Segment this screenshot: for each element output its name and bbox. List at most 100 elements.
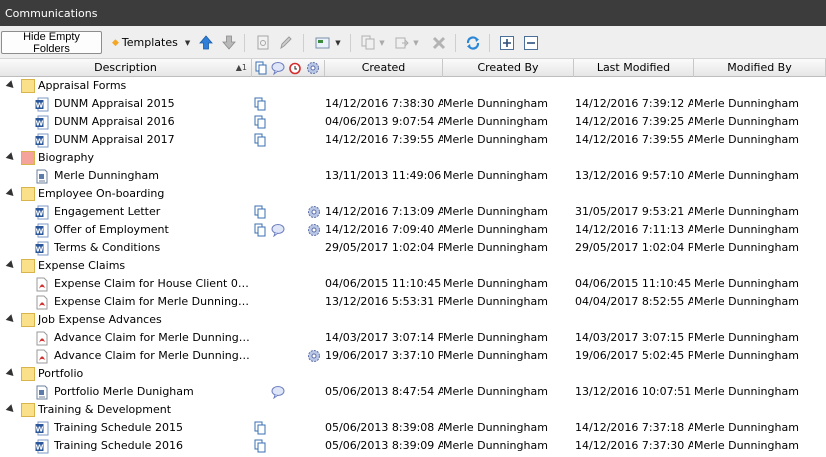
document-row[interactable]: Expense Claim for House Client 04/06/15 0… — [0, 275, 826, 293]
created-cell: 14/12/2016 7:39:55 AM — [325, 133, 443, 146]
created-by-cell: Merle Dunningham — [443, 115, 548, 128]
created-cell: 14/03/2017 3:07:14 PM — [325, 331, 443, 344]
move-up-button[interactable] — [196, 32, 216, 53]
export-dropdown-button[interactable]: ▼ — [392, 32, 422, 53]
last-modified-cell: 29/05/2017 1:02:04 PM — [575, 241, 693, 254]
modified-by-cell: Merle Dunningham — [694, 385, 799, 398]
copy-icon[interactable] — [254, 223, 267, 240]
collapse-arrow-icon[interactable] — [5, 314, 17, 325]
column-icons[interactable] — [253, 60, 325, 76]
document-row[interactable]: W Engagement Letter 14/12/2016 7:13:09 AM M… — [0, 203, 826, 221]
folder-row[interactable]: Job Expense Advances — [0, 311, 826, 329]
created-by-cell: Merle Dunningham — [443, 97, 548, 110]
chevron-down-icon: ▼ — [335, 38, 341, 47]
folder-row[interactable]: Appraisal Forms — [0, 77, 826, 95]
comment-icon[interactable] — [271, 223, 285, 240]
document-row[interactable]: W Offer of Employment 14/12/2016 7:09:40 A… — [0, 221, 826, 239]
preview-button[interactable] — [253, 32, 273, 53]
gear-icon[interactable] — [307, 223, 321, 240]
pdf-document-icon — [35, 349, 49, 364]
collapse-arrow-icon[interactable] — [5, 404, 17, 415]
created-cell: 05/06/2013 8:47:54 AM — [325, 385, 443, 398]
folder-name: Expense Claims — [38, 259, 126, 272]
column-header: Description ▲1 Created Created By Last M… — [0, 59, 826, 77]
created-by-cell: Merle Dunningham — [443, 349, 548, 362]
created-cell: 14/12/2016 7:13:09 AM — [325, 205, 443, 218]
created-by-cell: Merle Dunningham — [443, 439, 548, 452]
collapse-arrow-icon[interactable] — [5, 80, 17, 91]
svg-text:W: W — [36, 102, 44, 110]
word-document-icon: W — [35, 223, 49, 238]
expand-all-button[interactable] — [497, 32, 517, 53]
hide-empty-folders-button[interactable]: Hide Empty Folders — [1, 31, 102, 55]
folder-name: Portfolio — [38, 367, 84, 380]
collapse-arrow-icon[interactable] — [5, 152, 17, 163]
gear-icon — [307, 62, 319, 74]
svg-text:W: W — [36, 426, 44, 434]
folder-icon — [21, 403, 35, 417]
copy-icon[interactable] — [254, 205, 267, 222]
gear-icon[interactable] — [307, 349, 321, 366]
column-created[interactable]: Created — [325, 59, 443, 77]
comment-icon — [271, 62, 285, 75]
gear-icon[interactable] — [307, 205, 321, 222]
document-row[interactable]: Portfolio Merle Dunigham 05/06/2013 8:47:… — [0, 383, 826, 401]
collapse-all-button[interactable] — [521, 32, 541, 53]
copy-icon[interactable] — [254, 97, 267, 114]
modified-by-cell: Merle Dunningham — [694, 277, 799, 290]
svg-text:W: W — [36, 120, 44, 128]
document-row[interactable]: W Training Schedule 2015 05/06/2013 8:39:0… — [0, 419, 826, 437]
column-created-by[interactable]: Created By — [443, 59, 574, 77]
last-modified-cell: 14/03/2017 3:07:15 PM — [575, 331, 693, 344]
copy-icon[interactable] — [254, 133, 267, 150]
chevron-down-icon: ▼ — [413, 38, 419, 47]
collapse-arrow-icon[interactable] — [5, 368, 17, 379]
copy-dropdown-button[interactable]: ▼ — [358, 32, 388, 53]
folder-row[interactable]: Portfolio — [0, 365, 826, 383]
move-down-button[interactable] — [219, 32, 239, 53]
folder-row[interactable]: Employee On-boarding — [0, 185, 826, 203]
copy-icon[interactable] — [254, 439, 267, 456]
folder-row[interactable]: Biography — [0, 149, 826, 167]
folder-icon — [21, 367, 35, 381]
document-name: DUNM Appraisal 2017 — [54, 133, 175, 146]
copy-icon[interactable] — [254, 421, 267, 438]
comment-icon[interactable] — [271, 385, 285, 402]
refresh-button[interactable] — [463, 32, 483, 53]
document-row[interactable]: W DUNM Appraisal 2016 04/06/2013 9:07:54 A… — [0, 113, 826, 131]
delete-button[interactable] — [429, 32, 449, 53]
modified-by-cell: Merle Dunningham — [694, 295, 799, 308]
templates-dropdown[interactable]: ◆ Templates ▼ — [112, 32, 194, 53]
document-row[interactable]: W Training Schedule 2016 05/06/2013 8:39:0… — [0, 437, 826, 455]
last-modified-cell: 04/04/2017 8:52:55 AM — [575, 295, 693, 308]
copy-icon[interactable] — [254, 115, 267, 132]
collapse-all-icon — [524, 35, 538, 50]
document-row[interactable]: Expense Claim for Merle Dunningham ... 13… — [0, 293, 826, 311]
created-by-cell: Merle Dunningham — [443, 169, 548, 182]
preview-icon — [257, 35, 269, 50]
column-last-modified[interactable]: Last Modified — [574, 59, 694, 77]
column-modified-by[interactable]: Modified By — [694, 59, 826, 77]
document-row[interactable]: W DUNM Appraisal 2015 14/12/2016 7:38:30 A… — [0, 95, 826, 113]
document-row[interactable]: Advance Claim for Merle Dunningham ... 14… — [0, 329, 826, 347]
modified-by-cell: Merle Dunningham — [694, 133, 799, 146]
folder-name: Appraisal Forms — [38, 79, 127, 92]
document-icon — [35, 169, 49, 184]
document-row[interactable]: W Terms & Conditions 29/05/2017 1:02:04 PM… — [0, 239, 826, 257]
column-description[interactable]: Description ▲1 — [0, 59, 252, 77]
created-by-cell: Merle Dunningham — [443, 421, 548, 434]
document-name: Advance Claim for Merle Dunningham ... — [54, 349, 250, 362]
last-modified-cell: 14/12/2016 7:39:25 AM — [575, 115, 693, 128]
collapse-arrow-icon[interactable] — [5, 188, 17, 199]
edit-button[interactable] — [276, 32, 296, 53]
document-row[interactable]: W DUNM Appraisal 2017 14/12/2016 7:39:55 A… — [0, 131, 826, 149]
created-cell: 29/05/2017 1:02:04 PM — [325, 241, 443, 254]
collapse-arrow-icon[interactable] — [5, 260, 17, 271]
folder-row[interactable]: Training & Development — [0, 401, 826, 419]
folder-row[interactable]: Expense Claims — [0, 257, 826, 275]
document-row[interactable]: Advance Claim for Merle Dunningham ... 19… — [0, 347, 826, 365]
document-row[interactable]: Merle Dunningham 13/11/2013 11:49:06 ... M… — [0, 167, 826, 185]
word-document-icon: W — [35, 439, 49, 454]
image-dropdown-button[interactable]: ▼ — [312, 32, 344, 53]
document-name: Training Schedule 2015 — [54, 421, 183, 434]
